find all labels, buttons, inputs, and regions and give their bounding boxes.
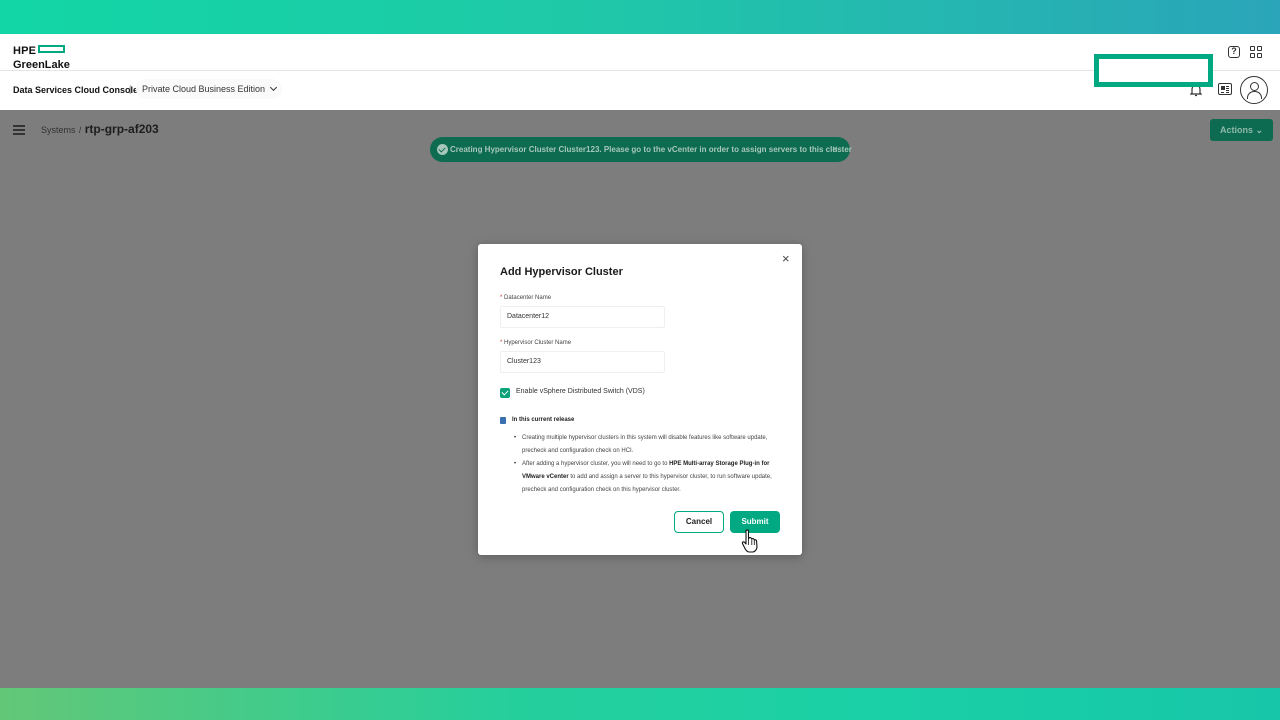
app-header: HPE GreenLake ? Data Services Cloud Cons… bbox=[0, 34, 1280, 110]
bullet2-text-pre: After adding a hypervisor cluster, you w… bbox=[522, 461, 670, 467]
datacenter-name-label: * Datacenter Name bbox=[500, 295, 551, 301]
bottom-gradient-band bbox=[0, 688, 1280, 720]
required-asterisk: * bbox=[500, 340, 503, 346]
breadcrumb: Systems / rtp-grp-af203 bbox=[41, 122, 159, 136]
user-avatar-icon[interactable] bbox=[1240, 76, 1268, 104]
add-hypervisor-cluster-dialog: × Add Hypervisor Cluster * Datacenter Na… bbox=[478, 244, 802, 555]
cluster-name-field[interactable]: Cluster123 bbox=[500, 351, 665, 373]
required-asterisk: * bbox=[500, 295, 503, 301]
breadcrumb-separator: / bbox=[78, 125, 82, 135]
vds-checkbox[interactable] bbox=[500, 388, 510, 398]
dialog-title: Add Hypervisor Cluster bbox=[500, 266, 623, 278]
breadcrumb-systems-link[interactable]: Systems bbox=[41, 125, 76, 135]
header-bottom-row: Data Services Cloud Console | Private Cl… bbox=[0, 71, 1280, 110]
newspaper-icon[interactable] bbox=[1218, 83, 1232, 95]
chevron-down-icon bbox=[270, 83, 278, 92]
list-item: After adding a hypervisor cluster, you w… bbox=[514, 458, 786, 497]
release-notes-list: Creating multiple hypervisor clusters in… bbox=[514, 432, 786, 497]
actions-button[interactable]: Actions ⌄ bbox=[1210, 119, 1273, 141]
hpe-greenlake-logo[interactable]: HPE GreenLake bbox=[13, 41, 70, 71]
vds-checkbox-label[interactable]: Enable vSphere Distributed Switch (VDS) bbox=[516, 388, 645, 395]
header-top-row: HPE GreenLake ? bbox=[0, 34, 1280, 71]
top-gradient-band bbox=[0, 0, 1280, 34]
hamburger-menu-icon[interactable] bbox=[13, 125, 25, 135]
hand-pointer-cursor-icon bbox=[741, 529, 758, 553]
logo-rectangle-icon bbox=[38, 45, 66, 53]
help-icon[interactable]: ? bbox=[1228, 46, 1240, 58]
success-toast: Creating Hypervisor Cluster Cluster123. … bbox=[430, 137, 852, 162]
edition-selector[interactable]: Private Cloud Business Edition bbox=[136, 79, 283, 99]
cluster-name-label: * Hypervisor Cluster Name bbox=[500, 340, 571, 346]
console-title[interactable]: Data Services Cloud Console bbox=[13, 85, 138, 95]
logo-greenlake-text: GreenLake bbox=[13, 59, 70, 71]
page-title: rtp-grp-af203 bbox=[84, 122, 159, 136]
logo-hpe-text: HPE bbox=[13, 45, 37, 57]
highlight-box bbox=[1094, 54, 1213, 87]
edition-label: Private Cloud Business Edition bbox=[142, 84, 266, 94]
actions-label: Actions bbox=[1219, 125, 1253, 135]
list-item: Creating multiple hypervisor clusters in… bbox=[514, 432, 786, 458]
toast-message: Creating Hypervisor Cluster Cluster123. … bbox=[450, 145, 852, 154]
toast-close-icon[interactable]: × bbox=[832, 137, 838, 162]
app-grid-icon[interactable] bbox=[1250, 46, 1262, 58]
checkmark-circle-icon bbox=[437, 144, 448, 155]
datacenter-name-field[interactable]: Datacenter12 bbox=[500, 306, 665, 328]
cancel-button[interactable]: Cancel bbox=[674, 511, 724, 533]
title-separator: | bbox=[129, 84, 132, 94]
info-title: In this current release bbox=[512, 417, 575, 423]
info-icon bbox=[500, 417, 506, 424]
cluster-name-label-text: Hypervisor Cluster Name bbox=[504, 340, 572, 346]
dialog-close-icon[interactable]: × bbox=[782, 251, 790, 266]
datacenter-name-label-text: Datacenter Name bbox=[504, 295, 552, 301]
